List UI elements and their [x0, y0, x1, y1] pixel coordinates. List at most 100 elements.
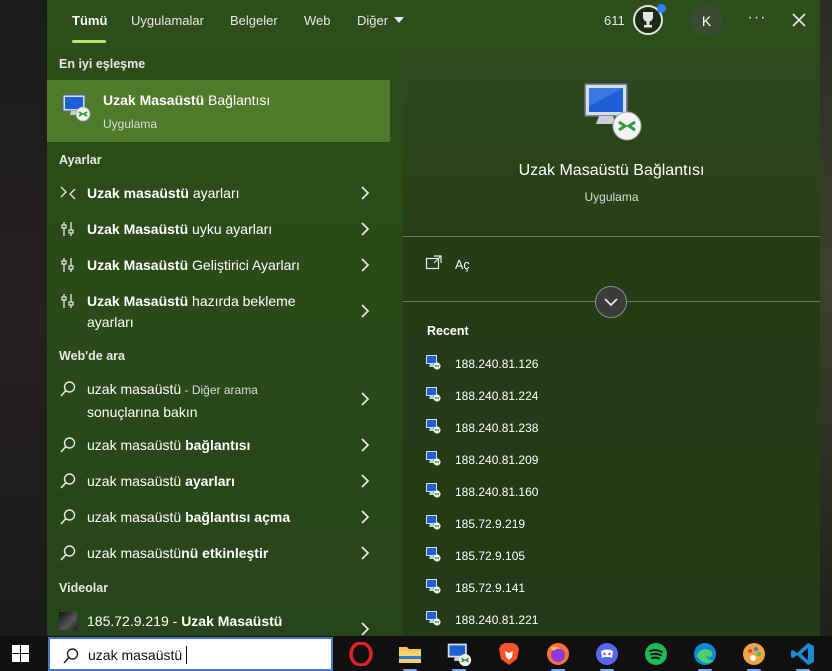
- results-list: En iyi eşleşme Uzak Masaüstü Bağlantısı …: [47, 46, 390, 636]
- remote-connection-icon: [425, 450, 441, 466]
- active-tab-indicator: [72, 40, 106, 43]
- video-item[interactable]: 185.72.9.219 - Uzak Masaüstü: [47, 603, 390, 636]
- web-item-label: uzak masaüstü - Diğer arama: [87, 381, 258, 397]
- web-item-label: uzak masaüstü bağlantısı: [87, 437, 250, 453]
- avatar[interactable]: K: [691, 5, 722, 36]
- settings-item-label: Uzak Masaüstü Geliştirici Ayarları: [87, 257, 300, 273]
- tab-apps[interactable]: Uygulamalar: [131, 13, 204, 28]
- vscode-icon[interactable]: [790, 641, 816, 671]
- recent-item-label: 188.240.81.238: [455, 421, 539, 435]
- spotify-icon[interactable]: [643, 641, 669, 667]
- more-options-button[interactable]: ···: [747, 9, 767, 29]
- search-input[interactable]: [88, 643, 318, 667]
- opera-icon[interactable]: [348, 641, 374, 667]
- web-item-settings[interactable]: uzak masaüstü ayarları: [47, 463, 390, 499]
- remote-connection-icon: [425, 546, 441, 562]
- chevron-right-icon: [361, 622, 370, 636]
- remote-connection-icon: [425, 578, 441, 594]
- settings-sliders-icon: [61, 258, 74, 272]
- web-item-label-line2: sonuçlarına bakın: [87, 404, 198, 420]
- remote-connection-icon: [425, 514, 441, 530]
- text-caret: [186, 646, 187, 664]
- trophy-icon: [643, 12, 653, 28]
- chevron-right-icon: [361, 546, 370, 560]
- preview-title: Uzak Masaüstü Bağlantısı: [518, 162, 705, 179]
- settings-item-sleep[interactable]: Uzak Masaüstü uyku ayarları: [47, 211, 390, 247]
- web-item-label: uzak masaüstü bağlantısı açma: [87, 509, 290, 525]
- recent-item-label: 185.72.9.105: [455, 549, 526, 563]
- web-item-more-results[interactable]: uzak masaüstü - Diğer arama sonuçlarına …: [47, 371, 390, 423]
- label-bold: Uzak Masaüstü: [87, 257, 189, 273]
- settings-sliders-icon: [61, 222, 74, 236]
- remote-desktop-icon[interactable]: [446, 641, 472, 671]
- label-text: uzak masaüstü: [87, 381, 182, 397]
- remote-desktop-icon: [584, 83, 642, 141]
- section-videos: Videolar: [59, 581, 109, 595]
- rewards-points: 611: [604, 13, 625, 28]
- section-best-match: En iyi eşleşme: [59, 57, 146, 71]
- recent-item-label: 188.240.81.160: [455, 485, 539, 499]
- chevron-right-icon: [361, 258, 370, 272]
- settings-item-hibernate[interactable]: Uzak Masaüstü hazırda bekleme ayarları: [47, 283, 390, 335]
- desktop-background-left: [0, 0, 47, 636]
- recent-item[interactable]: 185.72.9.219: [425, 514, 725, 536]
- label-suffix: - Diğer arama: [181, 383, 258, 397]
- recent-item-label: 188.240.81.126: [455, 357, 539, 371]
- recent-item-label: 185.72.9.141: [455, 581, 526, 595]
- recent-item[interactable]: 188.240.81.160: [425, 482, 725, 504]
- search-icon: [60, 545, 76, 561]
- paint-icon[interactable]: [741, 641, 767, 671]
- settings-item-developer[interactable]: Uzak Masaüstü Geliştirici Ayarları: [47, 247, 390, 283]
- brave-icon[interactable]: [496, 641, 522, 667]
- recent-item[interactable]: 188.240.81.238: [425, 418, 725, 440]
- best-match-item[interactable]: Uzak Masaüstü Bağlantısı Uygulama: [47, 80, 390, 142]
- label-bold: nü etkinleştir: [181, 545, 269, 561]
- label-bold: Uzak Masaüstü: [87, 221, 189, 237]
- windows-start-icon[interactable]: [12, 645, 29, 662]
- recent-item[interactable]: 188.240.81.209: [425, 450, 725, 472]
- web-item-connection[interactable]: uzak masaüstü bağlantısı: [47, 427, 390, 463]
- settings-sliders-icon: [61, 294, 74, 308]
- file-explorer-icon[interactable]: [397, 641, 423, 671]
- web-item-label: uzak masaüstü ayarları: [87, 473, 235, 489]
- settings-item-remote-desktop[interactable]: Uzak masaüstü ayarları: [47, 175, 390, 211]
- search-icon: [60, 509, 76, 525]
- remote-connection-icon: [425, 610, 441, 626]
- desktop-background-right: [820, 0, 832, 636]
- taskbar: [0, 636, 832, 671]
- recent-item[interactable]: 188.240.81.224: [425, 386, 725, 408]
- tab-all[interactable]: Tümü: [72, 13, 107, 28]
- chevron-right-icon: [361, 304, 370, 318]
- chevron-down-icon: [604, 298, 618, 307]
- open-button[interactable]: Aç: [425, 254, 625, 278]
- recent-item[interactable]: 188.240.81.221: [425, 610, 725, 632]
- label-bold: Uzak masaüstü: [87, 185, 189, 201]
- video-item-label: 185.72.9.219 - Uzak Masaüstü: [87, 613, 282, 629]
- web-item-enable[interactable]: uzak masaüstünü etkinleştir: [47, 535, 390, 571]
- expand-button[interactable]: [595, 286, 627, 318]
- best-match-subtitle: Uygulama: [103, 117, 158, 131]
- label-bold: bağlantısı açma: [185, 509, 291, 525]
- remote-connection-icon: [425, 418, 441, 434]
- recent-item-label: 188.240.81.209: [455, 453, 539, 467]
- tab-more[interactable]: Diğer: [357, 13, 405, 28]
- edge-icon[interactable]: [692, 641, 718, 671]
- recent-item[interactable]: 185.72.9.141: [425, 578, 725, 600]
- label-rest: ayarları: [188, 185, 240, 201]
- chevron-down-icon: [394, 17, 405, 23]
- section-settings: Ayarlar: [59, 153, 102, 167]
- tab-web[interactable]: Web: [304, 13, 331, 28]
- settings-item-label: Uzak masaüstü ayarları: [87, 185, 240, 201]
- web-item-connection-open[interactable]: uzak masaüstü bağlantısı açma: [47, 499, 390, 535]
- tab-documents[interactable]: Belgeler: [230, 13, 278, 28]
- discord-icon[interactable]: [594, 641, 620, 671]
- close-button[interactable]: [787, 8, 811, 32]
- recent-item[interactable]: 185.72.9.105: [425, 546, 725, 568]
- label-rest: hazırda bekleme: [188, 293, 296, 309]
- search-icon: [60, 381, 76, 397]
- firefox-icon[interactable]: [545, 641, 571, 671]
- recent-item[interactable]: 188.240.81.126: [425, 354, 725, 376]
- preview-header: Uzak Masaüstü Bağlantısı Uygulama: [403, 58, 820, 234]
- open-label: Aç: [455, 258, 470, 272]
- taskbar-search-box[interactable]: [48, 637, 333, 671]
